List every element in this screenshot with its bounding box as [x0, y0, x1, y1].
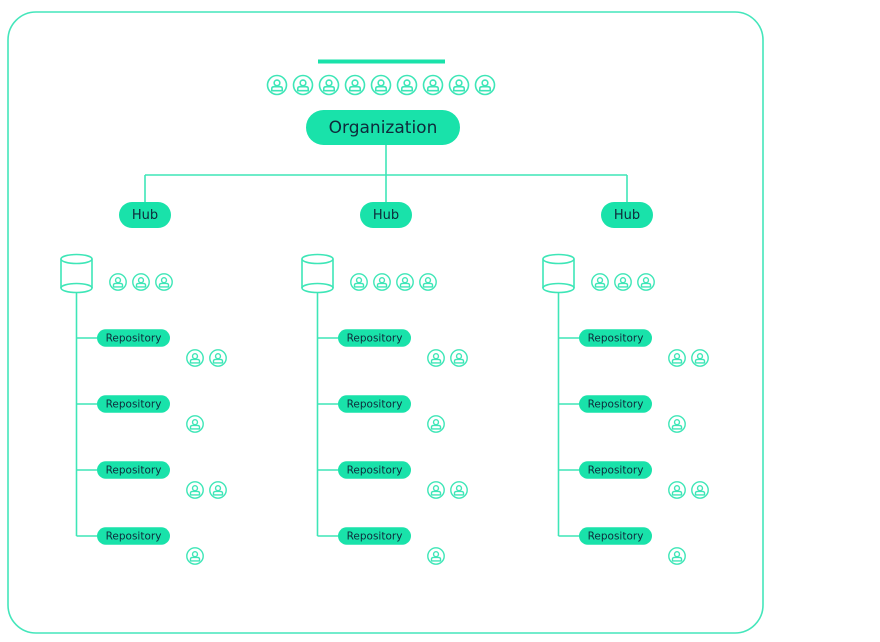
repository-node[interactable]: Repository — [338, 461, 411, 479]
repository-node[interactable]: Repository — [579, 395, 652, 413]
hub-3-database-icon — [542, 253, 575, 294]
user-icon — [427, 547, 445, 565]
repository-node[interactable]: Repository — [338, 329, 411, 347]
user-icon — [591, 273, 609, 291]
user-icon — [637, 273, 655, 291]
user-icon — [614, 273, 632, 291]
repository-node-label: Repository — [106, 531, 162, 543]
user-icon — [318, 74, 340, 96]
user-icon — [396, 273, 414, 291]
user-icon — [186, 349, 204, 367]
user-icon — [427, 349, 445, 367]
repository-node-label: Repository — [588, 333, 644, 345]
repository-node-label: Repository — [106, 465, 162, 477]
user-icon — [450, 481, 468, 499]
user-icon — [396, 74, 418, 96]
repository-node-label: Repository — [588, 399, 644, 411]
user-icon — [344, 74, 366, 96]
user-icon — [691, 481, 709, 499]
hub-2-database-icon — [301, 253, 334, 294]
hub-1-database-icon — [60, 253, 93, 294]
user-icon — [668, 415, 686, 433]
repository-node-label: Repository — [347, 333, 403, 345]
user-icon — [422, 74, 444, 96]
hub-1-node-label: Hub — [132, 208, 158, 223]
repository-node[interactable]: Repository — [97, 527, 170, 545]
user-icon — [370, 74, 392, 96]
repository-node-label: Repository — [347, 465, 403, 477]
user-icon — [668, 547, 686, 565]
user-icon — [691, 349, 709, 367]
repository-node[interactable]: Repository — [579, 329, 652, 347]
user-icon — [292, 74, 314, 96]
user-icon — [209, 481, 227, 499]
hub-1-node[interactable]: Hub — [119, 202, 171, 228]
repository-node[interactable]: Repository — [97, 461, 170, 479]
user-icon — [109, 273, 127, 291]
user-icon — [419, 273, 437, 291]
user-icon — [186, 481, 204, 499]
user-icon — [186, 415, 204, 433]
top-accent-bar — [318, 59, 445, 64]
organization-node[interactable]: Organization — [306, 110, 460, 145]
hub-3-node-label: Hub — [614, 208, 640, 223]
hub-3-node[interactable]: Hub — [601, 202, 653, 228]
organization-hierarchy-diagram: Organization Hub Repository Repository Repos… — [7, 11, 764, 634]
repository-node-label: Repository — [106, 399, 162, 411]
repository-node[interactable]: Repository — [97, 395, 170, 413]
user-icon — [350, 273, 368, 291]
repository-node[interactable]: Repository — [338, 395, 411, 413]
diagram-nodes: Organization Hub Repository Repository Repos… — [60, 74, 709, 565]
user-icon — [668, 349, 686, 367]
user-icon — [448, 74, 470, 96]
repository-node-label: Repository — [106, 333, 162, 345]
user-icon — [668, 481, 686, 499]
hub-2-node-label: Hub — [373, 208, 399, 223]
user-icon — [186, 547, 204, 565]
user-icon — [132, 273, 150, 291]
user-icon — [209, 349, 227, 367]
hub-2-node[interactable]: Hub — [360, 202, 412, 228]
repository-node-label: Repository — [588, 531, 644, 543]
user-icon — [155, 273, 173, 291]
repository-node-label: Repository — [347, 399, 403, 411]
repository-node[interactable]: Repository — [338, 527, 411, 545]
user-icon — [373, 273, 391, 291]
repository-node[interactable]: Repository — [579, 461, 652, 479]
repository-node[interactable]: Repository — [97, 329, 170, 347]
repository-node-label: Repository — [588, 465, 644, 477]
user-icon — [427, 415, 445, 433]
user-icon — [266, 74, 288, 96]
user-icon — [427, 481, 445, 499]
user-icon — [474, 74, 496, 96]
user-icon — [450, 349, 468, 367]
repository-node-label: Repository — [347, 531, 403, 543]
repository-node[interactable]: Repository — [579, 527, 652, 545]
organization-node-label: Organization — [329, 118, 438, 138]
